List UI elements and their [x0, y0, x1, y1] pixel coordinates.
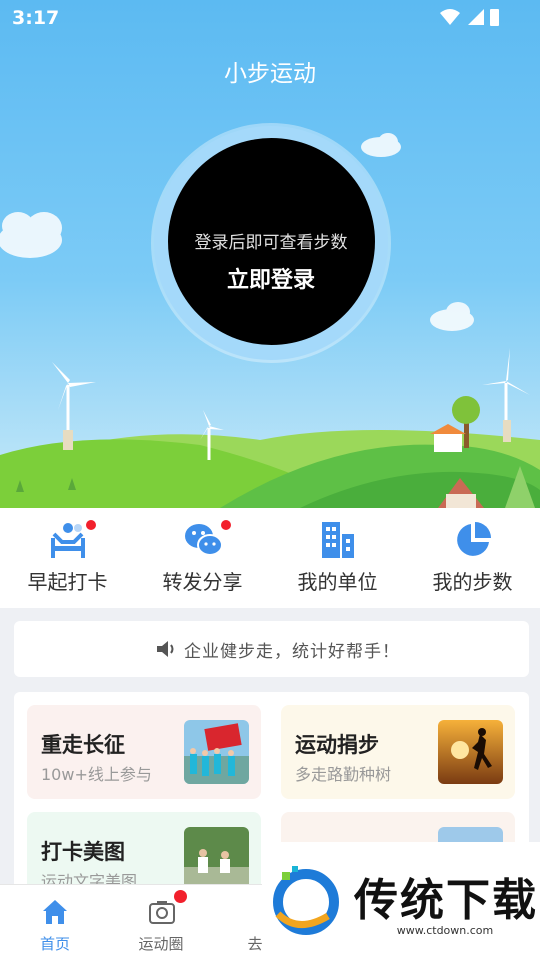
tab-home[interactable]: 首页: [0, 885, 110, 960]
pie-chart-icon: [456, 522, 491, 556]
watermark-brand: 传统下载: [354, 875, 538, 926]
card-long-march[interactable]: 重走长征 10w+线上参与: [27, 705, 261, 799]
quick-action-morning-checkin[interactable]: 早起打卡: [0, 508, 135, 608]
camera-icon: [149, 901, 175, 924]
login-button[interactable]: 立即登录: [154, 262, 388, 294]
quick-action-share[interactable]: 转发分享: [135, 508, 270, 608]
card-subtitle: 多走路勤种树: [295, 765, 392, 784]
watermark-overlay: 传统下载 www.ctdown.com: [262, 842, 540, 960]
step-ring[interactable]: 登录后即可查看步数 立即登录: [154, 126, 388, 360]
card-thumbnail: [184, 720, 249, 784]
card-title: 打卡美图: [41, 840, 125, 864]
badge-dot: [86, 520, 96, 530]
watermark-url: www.ctdown.com: [396, 924, 494, 937]
morning-checkin-icon: [50, 523, 85, 558]
quick-action-label: 我的单位: [297, 570, 378, 594]
card-thumbnail: [184, 827, 249, 891]
notice-text: 企业健步走，统计好帮手！: [184, 642, 400, 662]
quick-action-my-steps[interactable]: 我的步数: [405, 508, 540, 608]
login-circle[interactable]: 登录后即可查看步数 立即登录: [168, 138, 375, 345]
building-icon: [321, 522, 354, 558]
status-time: 3:17: [12, 7, 60, 29]
wechat-share-icon: [184, 524, 223, 556]
quick-action-label: 我的步数: [432, 570, 513, 594]
tab-label: 首页: [39, 935, 70, 953]
notice-bar[interactable]: 企业健步走，统计好帮手！: [14, 621, 529, 677]
wifi-icon: [440, 9, 460, 25]
hero-section: 3:17 小步运动 登录后即可查看步数 立即登录: [0, 0, 540, 508]
card-thumbnail: [438, 720, 503, 784]
card-title: 运动捐步: [295, 733, 379, 757]
signal-icon: [468, 9, 484, 25]
speaker-icon: [157, 641, 174, 657]
card-title: 重走长征: [41, 733, 125, 757]
badge-dot: [221, 520, 231, 530]
login-hint: 登录后即可查看步数: [194, 233, 348, 253]
battery-icon: [490, 9, 499, 26]
home-icon: [43, 900, 67, 924]
badge-dot: [174, 890, 187, 903]
quick-action-label: 早起打卡: [27, 570, 108, 594]
quick-action-label: 转发分享: [162, 570, 243, 594]
status-icons: [440, 9, 499, 26]
card-donate-steps[interactable]: 运动捐步 多走路勤种树: [281, 705, 515, 799]
app-title: 小步运动: [224, 61, 316, 87]
card-subtitle: 10w+线上参与: [41, 765, 152, 784]
status-bar: 3:17: [0, 0, 540, 36]
app-screen: 3:17 小步运动 登录后即可查看步数 立即登录 早起打卡 转发分享 我的单位 …: [0, 0, 540, 960]
quick-action-my-unit[interactable]: 我的单位: [270, 508, 405, 608]
watermark-logo-icon: [273, 866, 339, 935]
quick-actions: 早起打卡 转发分享 我的单位 我的步数: [0, 508, 540, 608]
